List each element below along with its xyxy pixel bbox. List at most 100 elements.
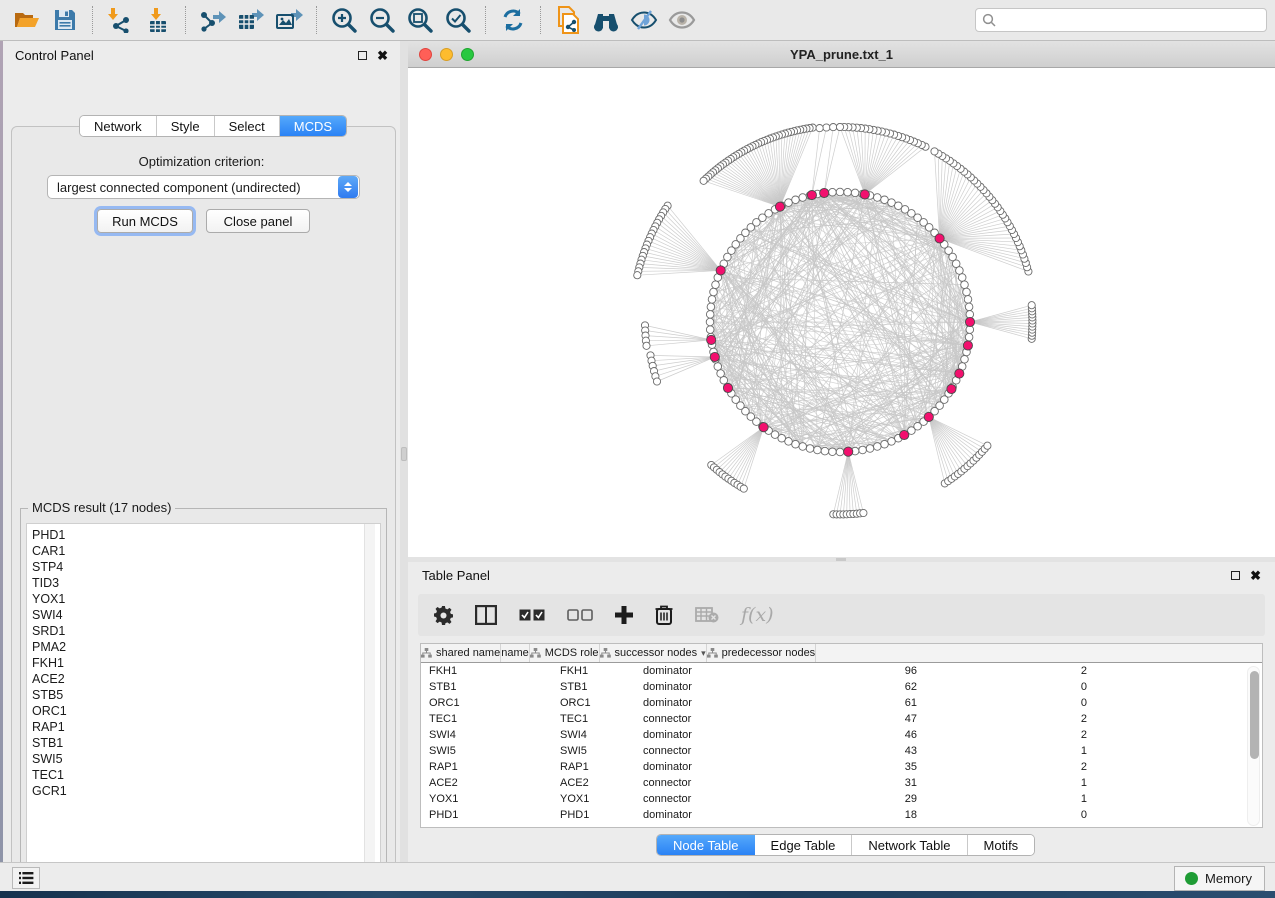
column-label: shared name [436,647,500,659]
plus-icon [615,606,633,624]
hide-selected-button[interactable] [625,3,663,37]
table-row[interactable]: PHD1 PHD1 dominator 18 0 [421,807,1262,823]
memory-button[interactable]: Memory [1174,866,1265,891]
table-settings-button[interactable] [434,606,453,625]
result-node-item[interactable]: RAP1 [32,719,380,735]
zoom-selected-button[interactable] [439,3,477,37]
result-node-item[interactable]: ORC1 [32,703,380,719]
column-label: MCDS role [545,647,599,659]
binoculars-icon [591,8,621,32]
result-node-item[interactable]: SWI4 [32,607,380,623]
delete-table-icon [695,607,719,623]
result-node-item[interactable]: GCR1 [32,783,380,799]
column-header[interactable]: name [501,644,530,662]
node-table[interactable]: shared name name MCDS role successor nod… [420,643,1263,828]
delete-table-button[interactable] [695,607,719,623]
import-table-button[interactable] [139,3,177,37]
select-all-button[interactable] [519,609,545,622]
result-scrollbar[interactable] [364,524,375,875]
column-header[interactable]: predecessor nodes [707,644,817,662]
show-all-button[interactable] [663,3,701,37]
memory-status-icon [1185,872,1198,885]
import-network-button[interactable] [101,3,139,37]
result-node-item[interactable]: PMA2 [32,639,380,655]
result-node-item[interactable]: STB1 [32,735,380,751]
table-row[interactable]: ORC1 ORC1 dominator 61 0 [421,695,1262,711]
export-network-button[interactable] [194,3,232,37]
table-row[interactable]: YOX1 YOX1 connector 29 1 [421,791,1262,807]
result-node-item[interactable]: FKH1 [32,655,380,671]
splitter-handle[interactable] [836,558,846,561]
column-header-filler [816,644,1262,662]
table-scrollbar[interactable] [1247,666,1260,826]
refresh-icon [500,7,526,33]
table-tab[interactable]: Node Table [657,835,755,855]
vertical-splitter[interactable] [400,41,408,862]
show-columns-button[interactable] [475,605,497,625]
zoom-out-button[interactable] [363,3,401,37]
close-panel-icon[interactable]: ✖ [377,51,388,60]
control-tab[interactable]: Select [215,116,280,136]
table-tab[interactable]: Network Table [852,835,967,855]
network-column-icon [600,648,611,658]
deselect-all-button[interactable] [567,609,593,622]
result-node-item[interactable]: PHD1 [32,527,380,543]
table-row[interactable]: FKH1 FKH1 dominator 96 2 [421,663,1262,679]
open-file-button[interactable] [8,3,46,37]
close-panel-button[interactable]: Close panel [206,209,310,233]
control-tab[interactable]: MCDS [280,116,346,136]
refresh-button[interactable] [494,3,532,37]
sort-icon: ▾ [701,648,706,659]
import-table-icon [145,7,171,33]
column-header[interactable]: shared name [421,644,501,662]
network-titlebar[interactable]: YPA_prune.txt_1 [408,41,1275,68]
function-builder-button[interactable]: f(x) [741,604,774,626]
task-history-button[interactable] [12,867,40,889]
table-row[interactable]: TEC1 TEC1 connector 47 2 [421,711,1262,727]
export-table-button[interactable] [232,3,270,37]
table-row[interactable]: ACE2 ACE2 connector 31 1 [421,775,1262,791]
result-node-item[interactable]: TID3 [32,575,380,591]
result-node-item[interactable]: CAR1 [32,543,380,559]
clone-network-button[interactable] [549,3,587,37]
table-row[interactable]: RAP1 RAP1 dominator 35 2 [421,759,1262,775]
status-bar: Memory [0,862,1275,891]
network-canvas[interactable] [408,68,1275,557]
control-tab[interactable]: Network [80,116,157,136]
criterion-select[interactable]: largest connected component (undirected) [47,175,360,199]
table-row[interactable]: SWI5 SWI5 connector 43 1 [421,743,1262,759]
delete-column-button[interactable] [655,605,673,625]
result-node-item[interactable]: SWI5 [32,751,380,767]
search-input[interactable] [996,13,1260,27]
save-session-button[interactable] [46,3,84,37]
run-mcds-button[interactable]: Run MCDS [97,209,193,233]
table-row[interactable]: STB1 STB1 dominator 62 0 [421,679,1262,695]
zoom-in-button[interactable] [325,3,363,37]
export-image-button[interactable] [270,3,308,37]
close-panel-icon[interactable]: ✖ [1250,571,1261,580]
zoom-selected-icon [445,7,471,33]
table-tab[interactable]: Edge Table [755,835,853,855]
result-node-item[interactable]: STP4 [32,559,380,575]
result-node-item[interactable]: ACE2 [32,671,380,687]
zoom-fit-button[interactable] [401,3,439,37]
result-node-item[interactable]: SRD1 [32,623,380,639]
table-tab[interactable]: Motifs [968,835,1035,855]
scrollbar-thumb[interactable] [1250,671,1259,759]
first-neighbors-button[interactable] [587,3,625,37]
list-icon [19,872,34,884]
splitter-handle[interactable] [401,447,407,461]
column-header[interactable]: MCDS role [530,644,600,662]
result-node-item[interactable]: YOX1 [32,591,380,607]
search-box[interactable] [975,8,1267,32]
toolbar-separator [316,6,317,34]
create-column-button[interactable] [615,606,633,624]
result-node-item[interactable]: TEC1 [32,767,380,783]
control-tab[interactable]: Style [157,116,215,136]
table-row[interactable]: SWI4 SWI4 dominator 46 2 [421,727,1262,743]
float-panel-icon[interactable] [358,51,367,60]
mcds-result-list[interactable]: PHD1CAR1STP4TID3YOX1SWI4SRD1PMA2FKH1ACE2… [26,523,381,876]
result-node-item[interactable]: STB5 [32,687,380,703]
column-header[interactable]: successor nodes ▾ [600,644,707,662]
float-panel-icon[interactable] [1231,571,1240,580]
